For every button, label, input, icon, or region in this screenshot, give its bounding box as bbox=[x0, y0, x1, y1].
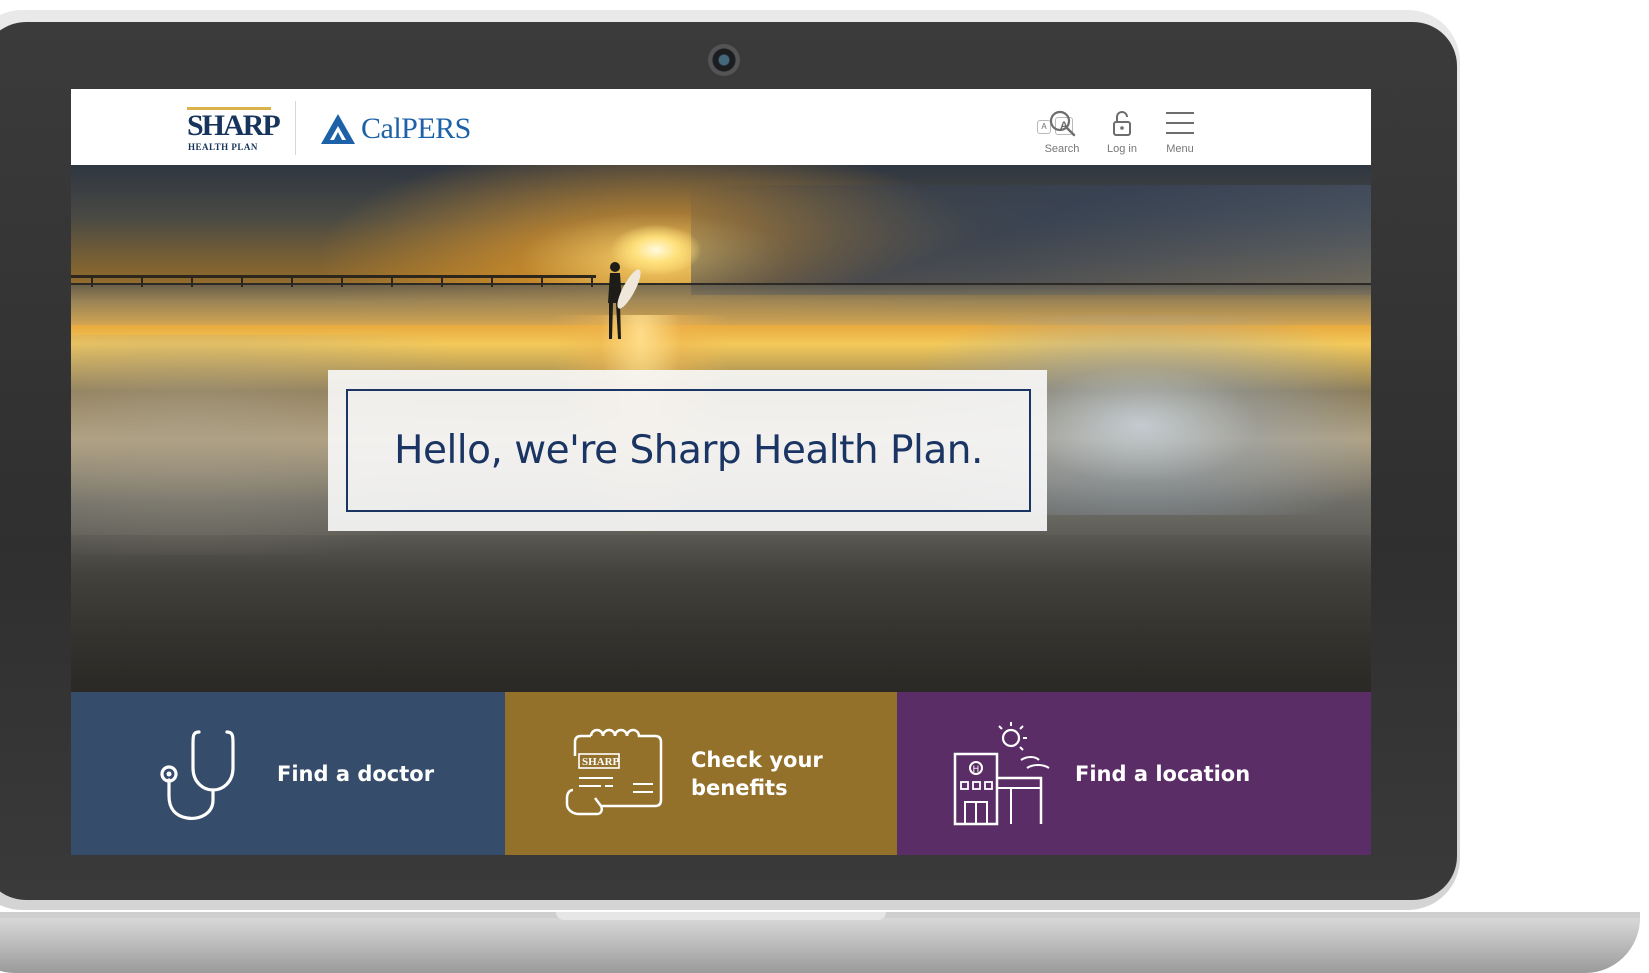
calpers-logo-text: CalPERS bbox=[361, 112, 471, 145]
find-a-doctor-label: Find a doctor bbox=[277, 761, 435, 786]
building-icon: H bbox=[953, 721, 1050, 825]
surfer-silhouette bbox=[608, 262, 641, 339]
find-a-location-tile[interactable]: H Find a location bbox=[897, 692, 1371, 855]
menu-button[interactable]: Menu bbox=[1151, 109, 1209, 161]
check-benefits-label: Check your benefits bbox=[691, 746, 823, 802]
hero-banner: Hello, we're Sharp Health Plan. bbox=[71, 165, 1371, 692]
check-benefits-label-line2: benefits bbox=[691, 775, 788, 800]
calpers-triangle-icon bbox=[321, 114, 355, 144]
hero-greeting-card: Hello, we're Sharp Health Plan. bbox=[328, 370, 1047, 531]
hero-pier bbox=[71, 273, 596, 287]
member-card-icon: SHARP bbox=[565, 728, 663, 815]
hero-sand bbox=[71, 535, 1371, 692]
logo-divider bbox=[295, 101, 296, 155]
find-a-doctor-tile[interactable]: Find a doctor bbox=[71, 692, 505, 855]
hero-clouds bbox=[691, 185, 1371, 295]
sharp-logo-subtitle: HEALTH PLAN bbox=[188, 142, 258, 152]
menu-label: Menu bbox=[1166, 143, 1194, 155]
svg-text:H: H bbox=[973, 765, 980, 775]
lock-icon bbox=[1113, 111, 1131, 136]
sharp-health-plan-logo[interactable]: SHARP HEALTH PLAN bbox=[187, 107, 281, 152]
login-button[interactable]: Log in bbox=[1093, 109, 1151, 161]
hero-title: Hello, we're Sharp Health Plan. bbox=[394, 428, 983, 473]
quick-action-tiles: Find a doctor SHARP Check your benefits bbox=[71, 692, 1371, 855]
calpers-logo[interactable]: CalPERS bbox=[319, 109, 471, 149]
login-label: Log in bbox=[1107, 143, 1137, 155]
webcam-icon bbox=[708, 44, 740, 76]
search-button[interactable]: Search bbox=[1033, 109, 1091, 161]
svg-text:SHARP: SHARP bbox=[582, 756, 620, 768]
find-a-location-label: Find a location bbox=[1075, 761, 1251, 786]
check-benefits-tile[interactable]: SHARP Check your benefits bbox=[505, 692, 897, 855]
site-header: SHARP HEALTH PLAN CalPERS A A Search Log… bbox=[71, 89, 1371, 165]
sharp-logo-word: SHARP bbox=[187, 109, 281, 142]
laptop-base bbox=[0, 918, 1640, 973]
stethoscope-icon bbox=[160, 729, 235, 820]
search-icon bbox=[1049, 110, 1076, 137]
browser-screen: SHARP HEALTH PLAN CalPERS A A Search Log… bbox=[71, 89, 1371, 855]
hero-greeting-frame: Hello, we're Sharp Health Plan. bbox=[346, 389, 1031, 512]
laptop-notch bbox=[556, 912, 886, 920]
check-benefits-label-line1: Check your bbox=[691, 747, 823, 772]
hamburger-menu-icon bbox=[1166, 112, 1194, 134]
search-label: Search bbox=[1044, 143, 1080, 155]
